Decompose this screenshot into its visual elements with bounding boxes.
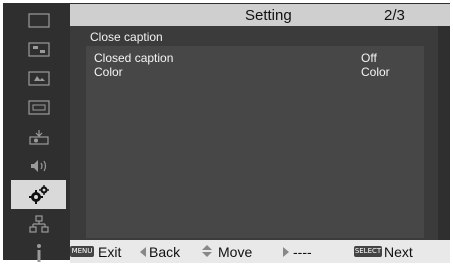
sidebar-item-setting[interactable] xyxy=(11,180,66,209)
sidebar-item-screen[interactable] xyxy=(11,64,66,93)
right-arrow-icon xyxy=(283,247,289,257)
setting-value: Off xyxy=(361,51,377,65)
setting-value: Color xyxy=(361,65,390,79)
up-arrow-icon xyxy=(202,245,212,250)
setting-row-closed-caption[interactable]: Closed caption Off xyxy=(94,51,414,65)
page-indicator: 2/3 xyxy=(384,7,405,24)
settings-list: Closed caption Off Color Color xyxy=(86,46,424,238)
setting-label: Closed caption xyxy=(94,51,174,65)
image-adjust-icon xyxy=(27,41,50,57)
next-dash-hint: ---- xyxy=(293,244,312,260)
select-key-icon: SELECT xyxy=(354,246,382,257)
sidebar-item-input[interactable] xyxy=(11,93,66,122)
next-hint[interactable]: Next xyxy=(384,244,413,260)
sidebar-item-display[interactable] xyxy=(11,6,66,35)
info-icon xyxy=(36,243,41,262)
exit-hint[interactable]: Exit xyxy=(98,244,121,260)
input-icon xyxy=(27,99,50,115)
projector-setup-icon xyxy=(28,129,49,145)
header-bar: Setting 2/3 xyxy=(70,4,450,26)
move-hint[interactable]: Move xyxy=(218,244,252,260)
sound-icon xyxy=(30,159,46,172)
back-hint[interactable]: Back xyxy=(149,244,180,260)
setting-label: Color xyxy=(94,65,123,79)
sidebar-item-image[interactable] xyxy=(11,35,66,64)
sidebar xyxy=(11,4,66,262)
menu-key-icon: MENU xyxy=(70,246,94,257)
network-icon xyxy=(28,214,49,233)
setting-gears-icon xyxy=(28,184,49,204)
menu-title: Setting xyxy=(245,7,292,24)
left-arrow-icon xyxy=(140,247,146,257)
sidebar-item-sound[interactable] xyxy=(11,151,66,180)
down-arrow-icon xyxy=(202,252,212,257)
screen-icon xyxy=(27,70,50,86)
sidebar-item-network[interactable] xyxy=(11,209,66,238)
setting-row-color[interactable]: Color Color xyxy=(94,65,414,79)
sidebar-item-setup[interactable] xyxy=(11,122,66,151)
footer-bar: MENU Exit Back Move ---- SELECT Next xyxy=(70,240,450,263)
section-title: Close caption xyxy=(90,30,163,44)
display-icon xyxy=(27,12,50,28)
